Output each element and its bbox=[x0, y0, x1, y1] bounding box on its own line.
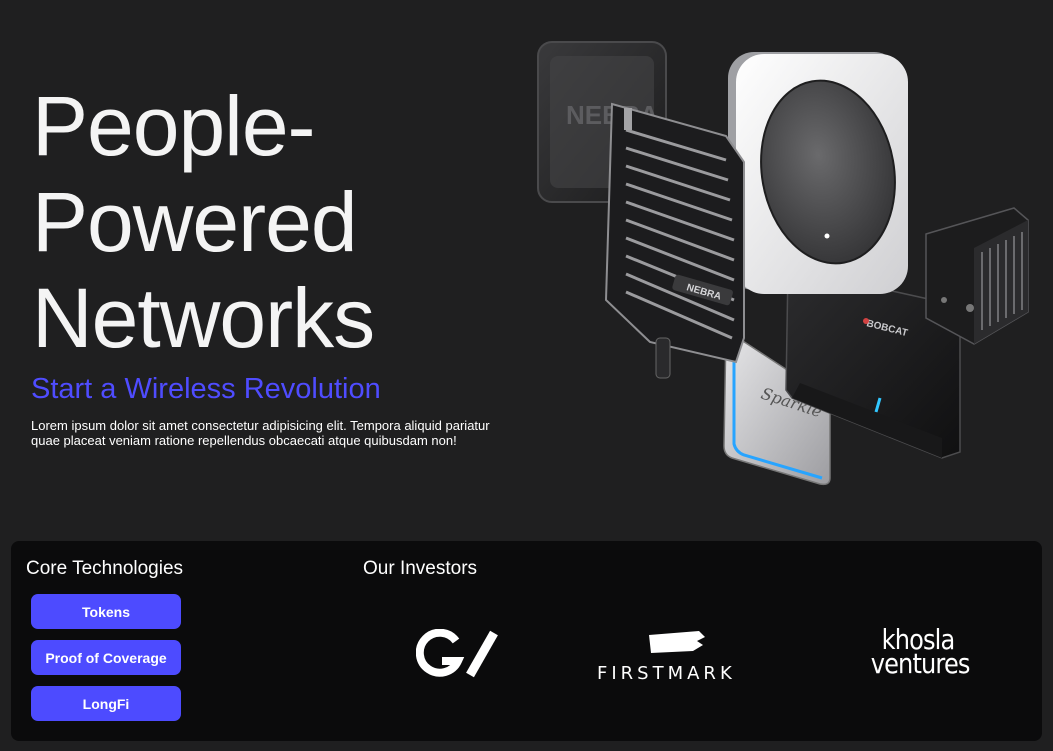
khosla-logo-line-2: ventures bbox=[870, 647, 971, 680]
hero-title: People- Powered Networks bbox=[32, 78, 375, 366]
tokens-button[interactable]: Tokens bbox=[31, 594, 181, 629]
our-investors-heading: Our Investors bbox=[363, 558, 478, 579]
gv-logo: GV bbox=[416, 629, 498, 678]
khosla-ventures-logo: khosla ventures bbox=[870, 626, 971, 680]
nebra-outdoor-device: NEBRA bbox=[604, 102, 745, 379]
firstmark-logo-text: FIRSTMARK bbox=[597, 663, 736, 684]
white-square-device bbox=[728, 52, 908, 294]
hero-title-line-1: People- bbox=[32, 79, 316, 173]
firstmark-brush-mark bbox=[649, 631, 705, 653]
hotspot-devices-illustration: NEBRA Sparkle BOBCAT bbox=[537, 41, 1029, 486]
antenna-device bbox=[925, 207, 1029, 345]
hero-title-line-2: Powered bbox=[32, 175, 358, 269]
longfi-button[interactable]: LongFi bbox=[31, 686, 181, 721]
core-technologies-heading: Core Technologies bbox=[26, 558, 184, 579]
hero-blurb: Lorem ipsum dolor sit amet consectetur a… bbox=[31, 418, 490, 448]
proof-of-coverage-button[interactable]: Proof of Coverage bbox=[31, 640, 181, 675]
bottom-panel: Core Technologies Tokens Proof of Covera… bbox=[11, 541, 1042, 741]
hero-subtitle: Start a Wireless Revolution bbox=[31, 373, 381, 405]
hero-title-line-3: Networks bbox=[32, 271, 375, 365]
